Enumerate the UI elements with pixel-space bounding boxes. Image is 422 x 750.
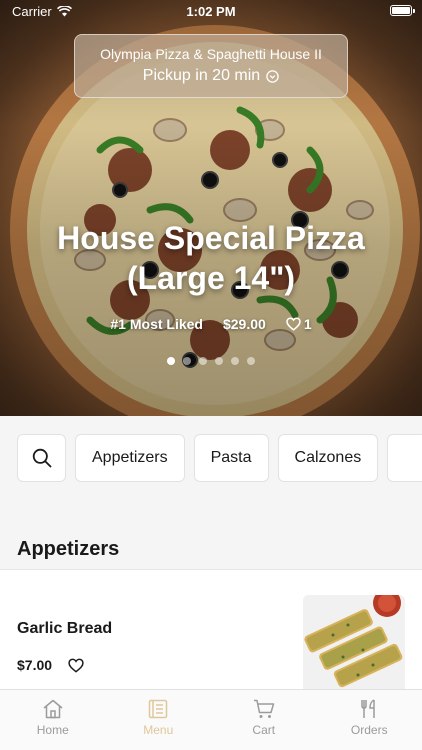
tab-orders[interactable]: Orders bbox=[317, 690, 422, 750]
chevron-down-icon bbox=[266, 69, 279, 83]
search-icon bbox=[32, 448, 51, 468]
category-chip-calzones[interactable]: Calzones bbox=[277, 434, 379, 482]
featured-likes[interactable]: 1 bbox=[286, 316, 312, 332]
pickup-time: Pickup in 20 min bbox=[75, 67, 347, 85]
heart-icon[interactable] bbox=[68, 658, 84, 673]
carousel-pagination[interactable] bbox=[0, 357, 422, 365]
menu-icon bbox=[149, 699, 168, 719]
featured-item-title: House Special Pizza (Large 14") bbox=[0, 218, 422, 298]
carousel-dot[interactable] bbox=[215, 357, 223, 365]
store-name: Olympia Pizza & Spaghetti House II bbox=[100, 46, 322, 62]
pickup-label: Pickup in 20 min bbox=[142, 67, 261, 84]
category-chip-next[interactable] bbox=[387, 434, 422, 482]
category-list: Appetizers Pasta Calzones bbox=[17, 434, 422, 482]
heart-icon bbox=[286, 317, 301, 331]
tab-orders-label: Orders bbox=[350, 723, 388, 737]
status-bar: Carrier 1:02 PM bbox=[0, 0, 422, 22]
menu-item-name: Garlic Bread bbox=[17, 620, 113, 637]
tab-home[interactable]: Home bbox=[0, 690, 106, 750]
battery-icon bbox=[390, 5, 415, 16]
featured-title-line1: House Special Pizza bbox=[57, 220, 365, 256]
menu-item-photo bbox=[303, 595, 405, 689]
carousel-dot[interactable] bbox=[183, 357, 191, 365]
tab-home-label: Home bbox=[36, 723, 69, 737]
home-icon bbox=[43, 699, 63, 719]
menu-item-price: $7.00 bbox=[17, 657, 53, 673]
menu-item-meta: $7.00 bbox=[17, 657, 84, 673]
menu-item-card[interactable]: Garlic Bread $7.00 bbox=[0, 571, 422, 689]
category-chip-appetizers[interactable]: Appetizers bbox=[75, 434, 185, 482]
carousel-dot[interactable] bbox=[231, 357, 239, 365]
category-bar: Appetizers Pasta Calzones bbox=[0, 416, 422, 512]
store-selector[interactable]: Olympia Pizza & Spaghetti House II Picku… bbox=[74, 34, 348, 98]
tab-cart-label: Cart bbox=[252, 723, 276, 737]
carousel-dot[interactable] bbox=[167, 357, 175, 365]
tab-menu[interactable]: Menu bbox=[106, 690, 212, 750]
section-header: Appetizers bbox=[0, 512, 422, 570]
tab-cart[interactable]: Cart bbox=[211, 690, 317, 750]
featured-item-meta: #1 Most Liked $29.00 1 bbox=[0, 316, 422, 332]
section-title: Appetizers bbox=[17, 538, 120, 560]
tab-menu-label: Menu bbox=[143, 723, 174, 737]
tab-bar: Home Menu Cart Orders bbox=[0, 689, 422, 750]
cart-icon bbox=[253, 699, 274, 718]
status-time: 1:02 PM bbox=[186, 4, 236, 19]
hero-banner[interactable]: Carrier 1:02 PM Olympia Pizza & Spaghett… bbox=[0, 0, 422, 416]
carousel-dot[interactable] bbox=[247, 357, 255, 365]
featured-price: $29.00 bbox=[222, 316, 266, 332]
featured-badge: #1 Most Liked bbox=[110, 316, 203, 332]
orders-icon bbox=[361, 699, 375, 718]
category-chip-pasta[interactable]: Pasta bbox=[193, 434, 269, 482]
featured-title-line2: (Large 14") bbox=[126, 260, 296, 296]
search-button[interactable] bbox=[17, 434, 66, 482]
carousel-dot[interactable] bbox=[199, 357, 207, 365]
likes-count: 1 bbox=[303, 316, 312, 332]
